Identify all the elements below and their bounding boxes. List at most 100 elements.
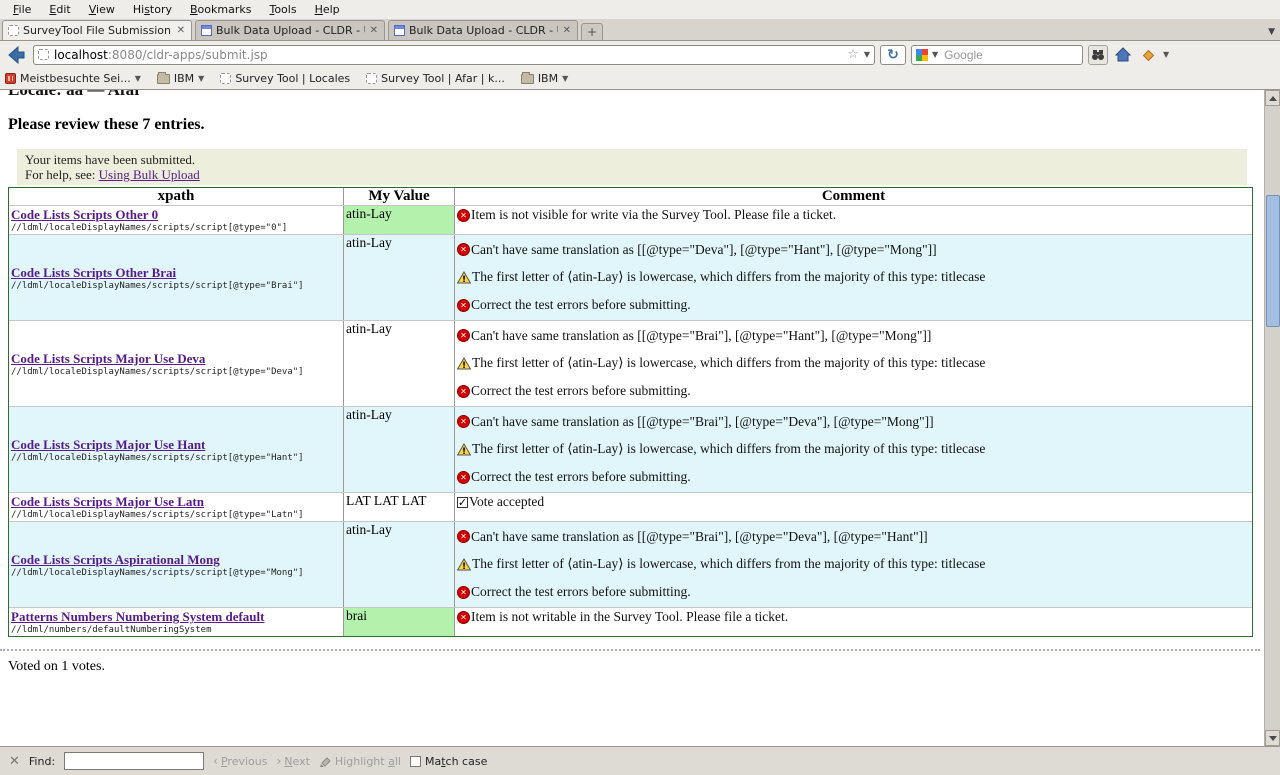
document-favicon-icon [394, 25, 405, 36]
table-row: Code Lists Scripts Other 0//ldml/localeD… [9, 205, 1252, 234]
column-header-xpath: xpath [9, 188, 344, 205]
table-row: Code Lists Scripts Major Use Deva//ldml/… [9, 320, 1252, 406]
comment-cell: ✕Item is not writable in the Survey Tool… [455, 608, 1252, 636]
search-input[interactable] [942, 47, 1042, 63]
comment-text: Item is not visible for write via the Su… [471, 207, 836, 223]
menu-bookmarks[interactable]: Bookmarks [181, 1, 260, 18]
menu-tools[interactable]: Tools [260, 1, 305, 18]
findbar-close-icon[interactable]: ✕ [9, 754, 20, 769]
find-input[interactable] [64, 752, 204, 770]
warning-icon: ! [457, 558, 471, 571]
comment-cell: ✕ Can't have same translation as [[@type=… [455, 407, 1252, 492]
addon-icon[interactable] [1138, 45, 1158, 65]
xpath-path-text: //ldml/localeDisplayNames/scripts/script… [11, 367, 341, 377]
page-content: Locale: aa — Afar Please review these 7 … [0, 90, 1264, 746]
toolbar-overflow-chevron-icon[interactable]: ▼ [1163, 50, 1169, 59]
tab-close-icon[interactable]: ✕ [369, 25, 379, 36]
bookmark-star-icon[interactable]: ☆ [847, 49, 859, 61]
error-icon: ✕ [457, 471, 470, 484]
comment-line: ✕Correct the test errors before submitti… [457, 297, 1250, 313]
xpath-link[interactable]: Patterns Numbers Numbering System defaul… [11, 609, 341, 625]
warning-icon: ! [457, 271, 471, 284]
table-row: Code Lists Scripts Aspirational Mong//ld… [9, 521, 1252, 607]
comment-text: The first letter of ⟨atin-Lay⟩ is lowerc… [472, 556, 985, 572]
xpath-path-text: //ldml/numbers/defaultNumberingSystem [11, 625, 341, 635]
comment-line: !The first letter of ⟨atin-Lay⟩ is lower… [457, 556, 1250, 572]
bookmark-item-3[interactable]: Survey Tool | Locales [220, 72, 350, 85]
url-dropdown-chevron-icon[interactable]: ▼ [864, 50, 870, 59]
comment-line: ✕Correct the test errors before submitti… [457, 584, 1250, 600]
tab-title: Bulk Data Upload - CLDR - Un... [216, 24, 365, 37]
bookmark-item-5[interactable]: IBM▼ [521, 72, 568, 85]
tab-close-icon[interactable]: ✕ [176, 25, 186, 36]
xpath-path-text: //ldml/localeDisplayNames/scripts/script… [11, 453, 341, 463]
match-case-checkbox-box[interactable] [410, 756, 421, 767]
comment-text: Can't have same translation as [[@type="… [471, 242, 937, 258]
comment-text: Can't have same translation as [[@type="… [471, 414, 934, 430]
scrollbar-down-icon[interactable] [1265, 730, 1280, 746]
xpath-link[interactable]: Code Lists Scripts Other Brai [11, 265, 341, 281]
bookmark-label: Meistbesuchte Sei... [20, 72, 131, 85]
tab-strip: SurveyTool File Submission | ...✕ Bulk Da… [0, 19, 1280, 41]
page-favicon-icon [38, 49, 49, 60]
tab-3[interactable]: Bulk Data Upload - CLDR - Un...✕ [388, 20, 578, 40]
bookmark-label: Survey Tool | Afar | k... [381, 72, 505, 85]
menu-file[interactable]: File [4, 1, 40, 18]
vertical-scrollbar[interactable] [1264, 90, 1280, 746]
tab-1[interactable]: SurveyTool File Submission | ...✕ [2, 20, 192, 40]
home-icon [1115, 47, 1131, 62]
bookmark-item-4[interactable]: Survey Tool | Afar | k... [366, 72, 505, 85]
table-row: Code Lists Scripts Other Brai//ldml/loca… [9, 234, 1252, 320]
error-icon: ✕ [457, 209, 470, 222]
tab-2[interactable]: Bulk Data Upload - CLDR - Un... ✕ [195, 20, 385, 40]
using-bulk-upload-link[interactable]: Using Bulk Upload [99, 167, 200, 182]
find-previous-button[interactable]: ‹Previous [213, 754, 267, 768]
my-value-cell: atin-Lay [344, 522, 455, 607]
find-next-button[interactable]: ›Next [276, 754, 309, 768]
comment-line: ✕Correct the test errors before submitti… [457, 383, 1250, 399]
tab-close-icon[interactable]: ✕ [562, 25, 572, 36]
comment-line: ✕Can't have same translation as [[@type=… [457, 328, 1250, 344]
my-value-cell: atin-Lay [344, 206, 455, 234]
xpath-link[interactable]: Code Lists Scripts Major Use Hant [11, 437, 341, 453]
comment-cell: ✕Item is not visible for write via the S… [455, 206, 1252, 234]
search-bar[interactable]: ▼ [911, 45, 1083, 65]
new-tab-button[interactable]: + [581, 23, 603, 40]
menu-edit[interactable]: Edit [40, 1, 79, 18]
home-button[interactable] [1113, 45, 1133, 65]
google-logo-icon [916, 49, 928, 61]
match-case-checkbox[interactable]: Match case [410, 755, 487, 768]
scrollbar-up-icon[interactable] [1265, 90, 1280, 106]
xpath-link[interactable]: Code Lists Scripts Other 0 [11, 207, 341, 223]
page-title: Please review these 7 entries. [8, 116, 1264, 134]
bookmark-item-1[interactable]: Meistbesuchte Sei...▼ [5, 72, 141, 85]
back-button[interactable] [4, 43, 28, 67]
url-bar[interactable]: localhost:8080/cldr-apps/submit.jsp ☆ ▼ [33, 45, 875, 65]
highlight-all-button[interactable]: Highlight all [319, 755, 401, 768]
menu-history[interactable]: History [124, 1, 181, 18]
my-value-cell: atin-Lay [344, 407, 455, 492]
comment-line: !The first letter of ⟨atin-Lay⟩ is lower… [457, 441, 1250, 457]
search-engine-chevron-icon[interactable]: ▼ [932, 50, 938, 59]
error-icon: ✕ [457, 299, 470, 312]
url-path: :8080/cldr-apps/submit.jsp [108, 48, 268, 62]
xpath-link[interactable]: Code Lists Scripts Major Use Deva [11, 351, 341, 367]
xpath-link[interactable]: Code Lists Scripts Aspirational Mong [11, 552, 341, 568]
scrollbar-thumb[interactable] [1266, 195, 1280, 327]
table-row: Patterns Numbers Numbering System defaul… [9, 607, 1252, 636]
menu-view[interactable]: View [80, 1, 124, 18]
comment-line: ✕Can't have same translation as [[@type=… [457, 529, 1250, 545]
comment-text: The first letter of ⟨atin-Lay⟩ is lowerc… [472, 355, 985, 371]
find-binoculars-icon[interactable] [1088, 45, 1108, 65]
list-all-tabs-icon[interactable]: ▼ [1268, 27, 1275, 37]
xpath-link[interactable]: Code Lists Scripts Major Use Latn [11, 494, 341, 510]
comment-line: ✕Can't have same translation as [[@type=… [457, 414, 1250, 430]
notice-line1: Your items have been submitted. [25, 152, 1243, 167]
menu-help[interactable]: Help [306, 1, 349, 18]
svg-text:!: ! [462, 275, 466, 284]
bookmark-label: IBM [174, 72, 194, 85]
chevron-down-icon: ▼ [562, 74, 568, 83]
generic-favicon-icon [8, 25, 19, 36]
bookmark-item-2[interactable]: IBM▼ [157, 72, 204, 85]
reload-button[interactable]: ↻ [880, 45, 906, 65]
